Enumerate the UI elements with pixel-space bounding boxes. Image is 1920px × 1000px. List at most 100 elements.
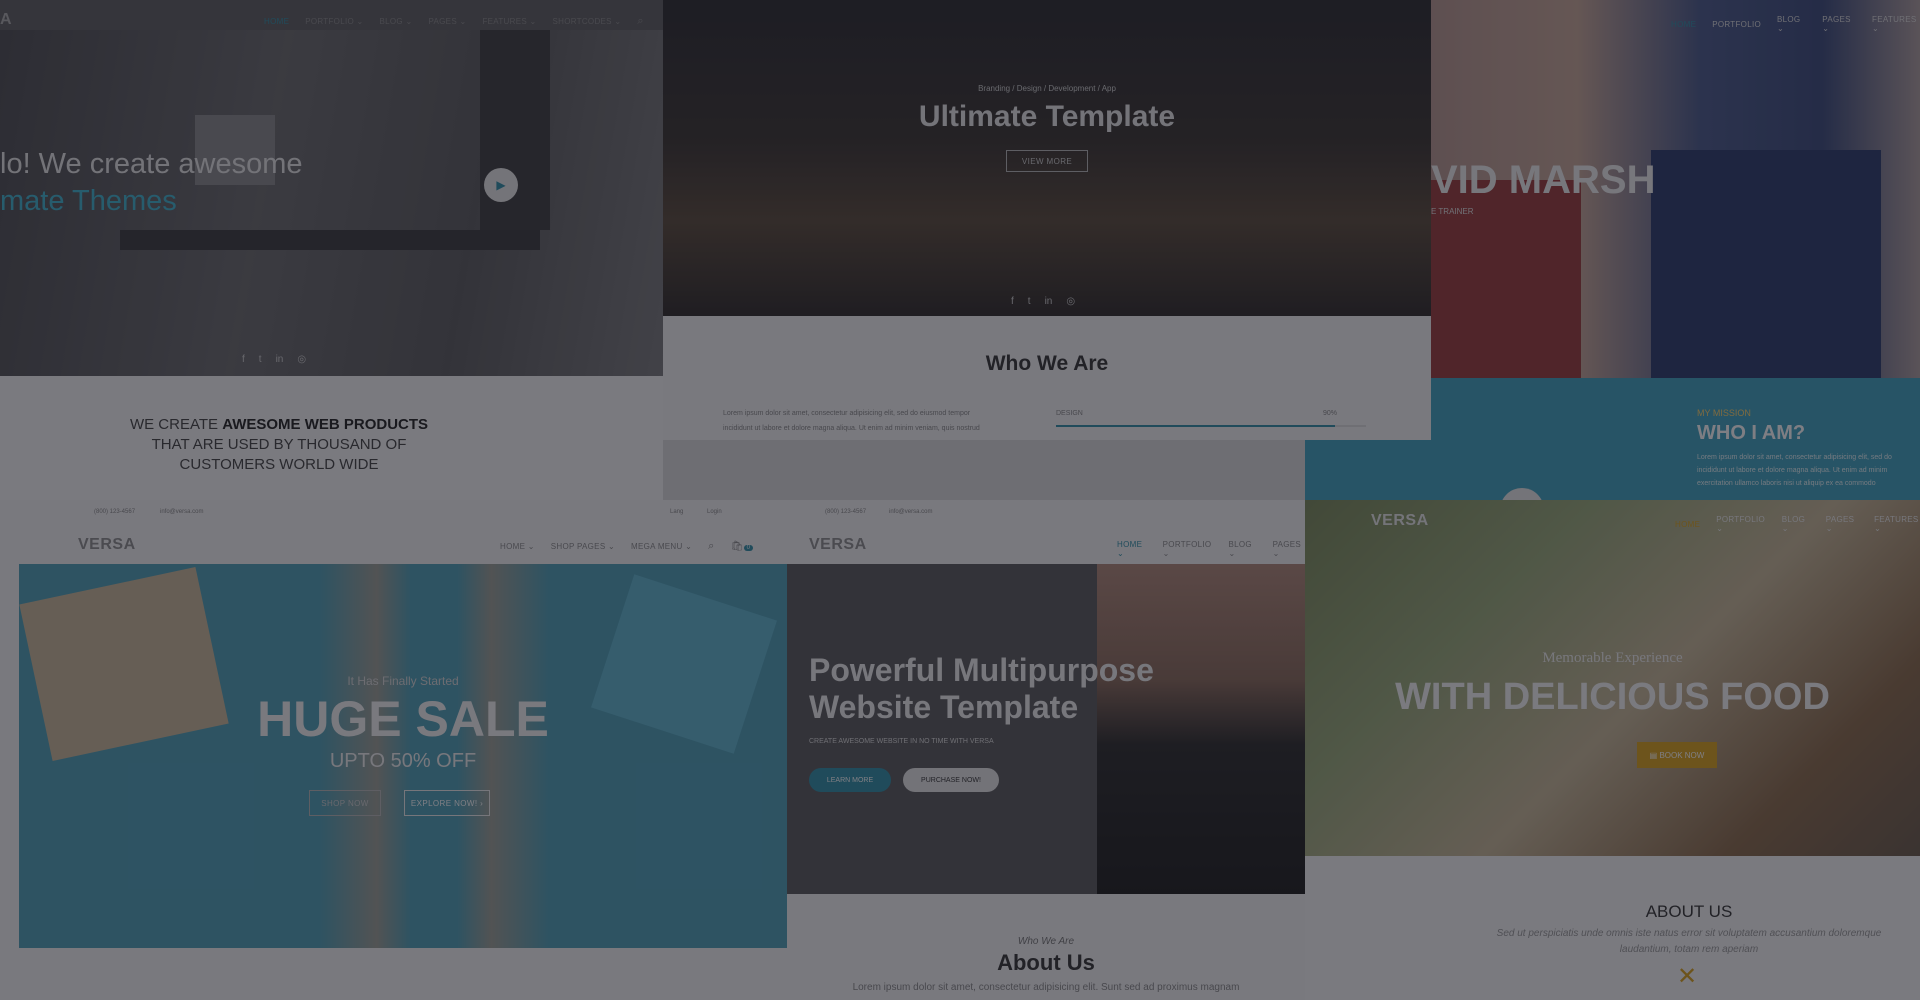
man-portrait (1097, 564, 1305, 894)
main-nav: HOME ⌄ SHOP PAGES ⌄ MEGA MENU ⌄ ⌕ 🛍 0 (500, 540, 754, 553)
nav-item-portfolio[interactable]: PORTFOLIO (1712, 20, 1761, 29)
tagline-line-1: WE CREATE AWESOME WEB PRODUCTS (0, 416, 558, 433)
logo[interactable]: A (0, 11, 12, 29)
nav-item-home[interactable]: HOME ⌄ (1117, 540, 1147, 558)
pillar-shape (480, 30, 550, 230)
twitter-icon[interactable]: t (259, 354, 262, 365)
sale-eyebrow: It Has Finally Started (347, 674, 459, 688)
sale-hero: It Has Finally Started HUGE SALE UPTO 50… (19, 564, 787, 948)
hero-title: Ultimate Template (918, 100, 1176, 133)
progress-label: DESIGN (1056, 410, 1083, 417)
panel-restaurant: VERSA HOME PORTFOLIO ⌄ BLOG ⌄ PAGES ⌄ FE… (1305, 500, 1920, 1000)
dribbble-icon[interactable]: ◎ (1066, 296, 1075, 307)
purchase-now-button[interactable]: PURCHASE NOW! (903, 768, 999, 792)
hero-headline-1: lo! We create awesome (0, 148, 303, 180)
section-text: Lorem ipsum dolor sit amet, consectetur … (852, 982, 1240, 993)
logo[interactable]: VERSA (809, 536, 867, 554)
linkedin-icon[interactable]: in (276, 354, 284, 365)
main-nav: HOME PORTFOLIO ⌄ BLOG ⌄ PAGES ⌄ FEATURES… (264, 15, 644, 28)
progress-fill (1056, 425, 1335, 427)
sale-title: HUGE SALE (257, 691, 549, 747)
hero-title-1: Powerful Multipurpose (809, 652, 1154, 688)
linkedin-icon[interactable]: in (1045, 296, 1053, 307)
nav-item-home[interactable]: HOME (1675, 520, 1700, 529)
hero-headline-2: mate Themes (0, 185, 177, 217)
progress-value: 90% (1323, 410, 1338, 417)
login-link[interactable]: Login (707, 509, 722, 515)
cart-count-badge: 0 (743, 545, 754, 551)
mission-title: WHO I AM? (1697, 422, 1806, 444)
explore-now-button[interactable]: EXPLORE NOW! › (404, 790, 490, 816)
nav-item-portfolio[interactable]: PORTFOLIO ⌄ (1163, 540, 1213, 558)
nav-item-home[interactable]: HOME (1671, 20, 1696, 29)
nav-item-home[interactable]: HOME ⌄ (500, 542, 535, 551)
logo[interactable]: VERSA (78, 536, 136, 554)
facebook-icon[interactable]: f (1011, 296, 1014, 307)
blue-shirt-shape (1651, 150, 1881, 378)
about-title: ABOUT US (1645, 902, 1733, 921)
nav-item-shortcodes[interactable]: SHORTCODES ⌄ (553, 17, 622, 26)
lang-selector[interactable]: Lang (670, 509, 683, 515)
about-paragraph-1: Lorem ipsum dolor sit amet, consectetur … (723, 410, 971, 417)
nav-item-blog[interactable]: BLOG ⌄ (380, 17, 413, 26)
nav-item-pages[interactable]: PAGES ⌄ (428, 17, 466, 26)
learn-more-label: LEARN MORE (826, 776, 874, 784)
nav-item-blog[interactable]: BLOG ⌄ (1782, 515, 1810, 533)
play-icon: ▶ (496, 178, 506, 192)
nav-item-features[interactable]: FEATURES ⌄ (1874, 515, 1920, 533)
nav-item-mega-menu[interactable]: MEGA MENU ⌄ (631, 542, 692, 551)
panel-ultimate-template: Branding / Design / Development / App Ul… (663, 0, 1431, 440)
cutlery-icon: ✕ (1677, 963, 1698, 990)
book-now-label: ▤ BOOK NOW (1649, 750, 1705, 760)
email-text[interactable]: info@versa.com (160, 509, 203, 515)
nav-item-pages[interactable]: PAGES ⌄ (1826, 515, 1858, 533)
nav-item-home[interactable]: HOME (264, 17, 289, 26)
hero-title: WITH DELICIOUS FOOD (1395, 676, 1830, 718)
panel-tagline: WE CREATE AWESOME WEB PRODUCTS THAT ARE … (0, 376, 663, 500)
mission-extension (1305, 440, 1431, 500)
phone-text: (800) 123-4567 (94, 509, 136, 515)
hero-name: VID MARSH (1431, 158, 1656, 202)
nav-item-pages[interactable]: PAGES ⌄ (1822, 15, 1856, 33)
shop-now-button[interactable]: SHOP NOW (309, 790, 381, 816)
nav-item-pages[interactable]: PAGES ⌄ (1273, 540, 1305, 558)
main-nav: HOME PORTFOLIO BLOG ⌄ PAGES ⌄ FEATURES ⌄ (1671, 15, 1920, 33)
social-links: f t in ◎ (242, 354, 306, 365)
dribbble-icon[interactable]: ◎ (297, 354, 306, 365)
about-text-1: Sed ut perspiciatis unde omnis iste natu… (1496, 928, 1882, 939)
hero-section: Powerful Multipurpose Website Template C… (787, 564, 1305, 894)
search-icon[interactable]: ⌕ (708, 540, 714, 553)
nav-item-features[interactable]: FEATURES ⌄ (482, 17, 536, 26)
purchase-now-label: PURCHASE NOW! (921, 776, 981, 784)
email-text[interactable]: info@versa.com (889, 509, 932, 515)
nav-item-features[interactable]: FEATURES ⌄ (1872, 15, 1920, 33)
mission-text-3: exercitation ullamco laboris nisi ut ali… (1697, 480, 1876, 487)
panel-personal-trainer: HOME PORTFOLIO BLOG ⌄ PAGES ⌄ FEATURES ⌄… (1431, 0, 1920, 500)
sale-subtitle: UPTO 50% OFF (329, 750, 477, 772)
view-more-button[interactable]: VIEW MORE (1006, 150, 1088, 172)
topbar: (800) 123-4567 info@versa.com Lang Login (0, 500, 787, 525)
search-icon[interactable]: ⌕ (637, 15, 643, 28)
nav-item-portfolio[interactable]: PORTFOLIO ⌄ (1716, 515, 1766, 533)
tagline-line-2: THAT ARE USED BY THOUSAND OF (151, 436, 407, 453)
panel-multipurpose: (800) 123-4567 info@versa.com VERSA HOME… (787, 500, 1305, 1000)
topbar: (800) 123-4567 info@versa.com (787, 500, 1305, 525)
desk-shape (120, 230, 540, 250)
nav-item-portfolio[interactable]: PORTFOLIO ⌄ (305, 17, 363, 26)
hero-subtitle: CREATE AWESOME WEBSITE IN NO TIME WITH V… (809, 738, 994, 745)
main-nav: HOME ⌄ PORTFOLIO ⌄ BLOG ⌄ PAGES ⌄ (1117, 540, 1305, 558)
panel-creative-hero: A HOME PORTFOLIO ⌄ BLOG ⌄ PAGES ⌄ FEATUR… (0, 0, 663, 376)
navbar: A HOME PORTFOLIO ⌄ BLOG ⌄ PAGES ⌄ FEATUR… (0, 0, 663, 38)
nav-item-blog[interactable]: BLOG ⌄ (1777, 15, 1806, 33)
twitter-icon[interactable]: t (1028, 296, 1031, 307)
facebook-icon[interactable]: f (242, 354, 245, 365)
cart-icon[interactable]: 🛍 0 (731, 541, 754, 552)
nav-item-blog[interactable]: BLOG ⌄ (1228, 540, 1256, 558)
learn-more-button[interactable]: LEARN MORE (809, 768, 891, 792)
hero-subtitle: E TRAINER (1431, 207, 1474, 216)
book-now-button[interactable]: ▤ BOOK NOW (1637, 742, 1717, 768)
mission-text-1: Lorem ipsum dolor sit amet, consectetur … (1697, 454, 1892, 461)
play-button[interactable]: ▶ (484, 168, 518, 202)
nav-item-shop-pages[interactable]: SHOP PAGES ⌄ (551, 542, 615, 551)
logo[interactable]: VERSA (1371, 512, 1429, 530)
